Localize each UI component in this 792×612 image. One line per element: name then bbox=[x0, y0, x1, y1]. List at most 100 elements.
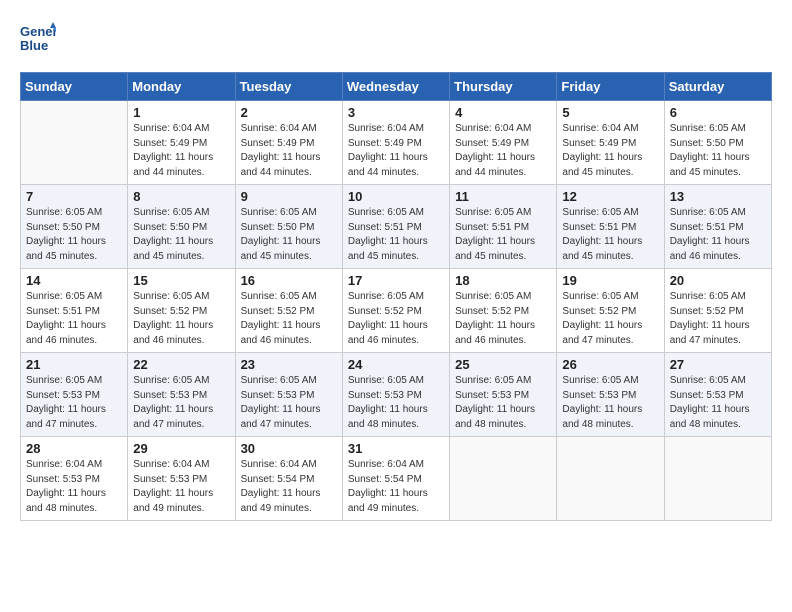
day-info: Sunrise: 6:05 AM Sunset: 5:51 PM Dayligh… bbox=[348, 206, 444, 264]
calendar-cell: 6 Sunrise: 6:05 AM Sunset: 5:50 PM Daylig… bbox=[664, 101, 771, 185]
col-header-monday: Monday bbox=[128, 73, 235, 101]
calendar-cell bbox=[557, 437, 664, 521]
calendar-cell: 26 Sunrise: 6:05 AM Sunset: 5:53 PM Dayli… bbox=[557, 353, 664, 437]
day-info: Sunrise: 6:04 AM Sunset: 5:49 PM Dayligh… bbox=[241, 122, 337, 180]
col-header-saturday: Saturday bbox=[664, 73, 771, 101]
calendar-cell: 21 Sunrise: 6:05 AM Sunset: 5:53 PM Dayli… bbox=[21, 353, 128, 437]
day-info: Sunrise: 6:04 AM Sunset: 5:49 PM Dayligh… bbox=[133, 122, 229, 180]
day-number: 9 bbox=[241, 189, 337, 204]
calendar-cell: 23 Sunrise: 6:05 AM Sunset: 5:53 PM Dayli… bbox=[235, 353, 342, 437]
calendar-cell: 19Sunrise: 6:05 AM Sunset: 5:52 PM Dayli… bbox=[557, 269, 664, 353]
day-number: 2 bbox=[241, 105, 337, 120]
day-info: Sunrise: 6:05 AM Sunset: 5:51 PM Dayligh… bbox=[670, 206, 766, 264]
calendar-cell: 2 Sunrise: 6:04 AM Sunset: 5:49 PM Daylig… bbox=[235, 101, 342, 185]
day-number: 23 bbox=[241, 357, 337, 372]
calendar-cell: 5 Sunrise: 6:04 AM Sunset: 5:49 PM Daylig… bbox=[557, 101, 664, 185]
calendar-cell: 24Sunrise: 6:05 AM Sunset: 5:53 PM Dayli… bbox=[342, 353, 449, 437]
day-number: 15 bbox=[133, 273, 229, 288]
col-header-friday: Friday bbox=[557, 73, 664, 101]
day-number: 17 bbox=[348, 273, 444, 288]
day-number: 31 bbox=[348, 441, 444, 456]
day-number: 30 bbox=[241, 441, 337, 456]
calendar-cell: 18 Sunrise: 6:05 AM Sunset: 5:52 PM Dayli… bbox=[450, 269, 557, 353]
day-info: Sunrise: 6:04 AM Sunset: 5:54 PM Dayligh… bbox=[241, 458, 337, 516]
day-number: 6 bbox=[670, 105, 766, 120]
calendar-cell: 7 Sunrise: 6:05 AM Sunset: 5:50 PM Daylig… bbox=[21, 185, 128, 269]
calendar-cell: 17 Sunrise: 6:05 AM Sunset: 5:52 PM Dayli… bbox=[342, 269, 449, 353]
calendar-cell: 28 Sunrise: 6:04 AM Sunset: 5:53 PM Dayli… bbox=[21, 437, 128, 521]
calendar-cell: 30 Sunrise: 6:04 AM Sunset: 5:54 PM Dayli… bbox=[235, 437, 342, 521]
day-info: Sunrise: 6:05 AM Sunset: 5:50 PM Dayligh… bbox=[670, 122, 766, 180]
day-info: Sunrise: 6:05 AM Sunset: 5:53 PM Dayligh… bbox=[26, 374, 122, 432]
calendar-cell: 31Sunrise: 6:04 AM Sunset: 5:54 PM Dayli… bbox=[342, 437, 449, 521]
day-number: 7 bbox=[26, 189, 122, 204]
col-header-thursday: Thursday bbox=[450, 73, 557, 101]
calendar-cell bbox=[664, 437, 771, 521]
day-info: Sunrise: 6:05 AM Sunset: 5:53 PM Dayligh… bbox=[455, 374, 551, 432]
day-number: 19 bbox=[562, 273, 658, 288]
day-number: 16 bbox=[241, 273, 337, 288]
page-header: General Blue bbox=[20, 20, 772, 56]
day-number: 26 bbox=[562, 357, 658, 372]
calendar-cell: 8 Sunrise: 6:05 AM Sunset: 5:50 PM Daylig… bbox=[128, 185, 235, 269]
calendar-cell: 20 Sunrise: 6:05 AM Sunset: 5:52 PM Dayli… bbox=[664, 269, 771, 353]
day-number: 18 bbox=[455, 273, 551, 288]
day-info: Sunrise: 6:04 AM Sunset: 5:49 PM Dayligh… bbox=[562, 122, 658, 180]
day-info: Sunrise: 6:05 AM Sunset: 5:50 PM Dayligh… bbox=[241, 206, 337, 264]
calendar-cell: 12 Sunrise: 6:05 AM Sunset: 5:51 PM Dayli… bbox=[557, 185, 664, 269]
day-number: 29 bbox=[133, 441, 229, 456]
day-info: Sunrise: 6:05 AM Sunset: 5:53 PM Dayligh… bbox=[670, 374, 766, 432]
day-number: 5 bbox=[562, 105, 658, 120]
calendar-cell bbox=[21, 101, 128, 185]
day-number: 13 bbox=[670, 189, 766, 204]
calendar-table: SundayMondayTuesdayWednesdayThursdayFrid… bbox=[20, 72, 772, 521]
calendar-cell: 14 Sunrise: 6:05 AM Sunset: 5:51 PM Dayli… bbox=[21, 269, 128, 353]
day-info: Sunrise: 6:04 AM Sunset: 5:53 PM Dayligh… bbox=[26, 458, 122, 516]
day-info: Sunrise: 6:05 AM Sunset: 5:52 PM Dayligh… bbox=[241, 290, 337, 348]
day-info: Sunrise: 6:05 AM Sunset: 5:53 PM Dayligh… bbox=[348, 374, 444, 432]
day-info: Sunrise: 6:05 AM Sunset: 5:53 PM Dayligh… bbox=[241, 374, 337, 432]
col-header-sunday: Sunday bbox=[21, 73, 128, 101]
day-number: 1 bbox=[133, 105, 229, 120]
calendar-cell: 16 Sunrise: 6:05 AM Sunset: 5:52 PM Dayli… bbox=[235, 269, 342, 353]
calendar-cell: 13 Sunrise: 6:05 AM Sunset: 5:51 PM Dayli… bbox=[664, 185, 771, 269]
day-number: 27 bbox=[670, 357, 766, 372]
calendar-cell: 29Sunrise: 6:04 AM Sunset: 5:53 PM Dayli… bbox=[128, 437, 235, 521]
calendar-cell: 4Sunrise: 6:04 AM Sunset: 5:49 PM Daylig… bbox=[450, 101, 557, 185]
svg-text:General: General bbox=[20, 24, 56, 39]
day-number: 8 bbox=[133, 189, 229, 204]
day-info: Sunrise: 6:05 AM Sunset: 5:52 PM Dayligh… bbox=[670, 290, 766, 348]
day-number: 20 bbox=[670, 273, 766, 288]
day-number: 11 bbox=[455, 189, 551, 204]
col-header-tuesday: Tuesday bbox=[235, 73, 342, 101]
day-number: 22 bbox=[133, 357, 229, 372]
calendar-cell: 22 Sunrise: 6:05 AM Sunset: 5:53 PM Dayli… bbox=[128, 353, 235, 437]
day-info: Sunrise: 6:05 AM Sunset: 5:52 PM Dayligh… bbox=[455, 290, 551, 348]
day-number: 4 bbox=[455, 105, 551, 120]
day-number: 12 bbox=[562, 189, 658, 204]
day-number: 14 bbox=[26, 273, 122, 288]
day-number: 28 bbox=[26, 441, 122, 456]
day-info: Sunrise: 6:04 AM Sunset: 5:49 PM Dayligh… bbox=[348, 122, 444, 180]
day-info: Sunrise: 6:05 AM Sunset: 5:51 PM Dayligh… bbox=[26, 290, 122, 348]
calendar-cell: 3 Sunrise: 6:04 AM Sunset: 5:49 PM Daylig… bbox=[342, 101, 449, 185]
day-number: 3 bbox=[348, 105, 444, 120]
day-info: Sunrise: 6:05 AM Sunset: 5:50 PM Dayligh… bbox=[26, 206, 122, 264]
calendar-cell: 27 Sunrise: 6:05 AM Sunset: 5:53 PM Dayli… bbox=[664, 353, 771, 437]
day-info: Sunrise: 6:05 AM Sunset: 5:53 PM Dayligh… bbox=[133, 374, 229, 432]
day-info: Sunrise: 6:05 AM Sunset: 5:50 PM Dayligh… bbox=[133, 206, 229, 264]
day-info: Sunrise: 6:05 AM Sunset: 5:52 PM Dayligh… bbox=[348, 290, 444, 348]
day-info: Sunrise: 6:05 AM Sunset: 5:51 PM Dayligh… bbox=[562, 206, 658, 264]
calendar-cell: 10Sunrise: 6:05 AM Sunset: 5:51 PM Dayli… bbox=[342, 185, 449, 269]
calendar-cell: 15 Sunrise: 6:05 AM Sunset: 5:52 PM Dayli… bbox=[128, 269, 235, 353]
logo: General Blue bbox=[20, 20, 56, 56]
day-number: 25 bbox=[455, 357, 551, 372]
day-info: Sunrise: 6:05 AM Sunset: 5:52 PM Dayligh… bbox=[133, 290, 229, 348]
calendar-cell: 25 Sunrise: 6:05 AM Sunset: 5:53 PM Dayli… bbox=[450, 353, 557, 437]
calendar-cell bbox=[450, 437, 557, 521]
col-header-wednesday: Wednesday bbox=[342, 73, 449, 101]
svg-text:Blue: Blue bbox=[20, 38, 48, 53]
day-number: 21 bbox=[26, 357, 122, 372]
day-info: Sunrise: 6:05 AM Sunset: 5:53 PM Dayligh… bbox=[562, 374, 658, 432]
calendar-cell: 11Sunrise: 6:05 AM Sunset: 5:51 PM Dayli… bbox=[450, 185, 557, 269]
